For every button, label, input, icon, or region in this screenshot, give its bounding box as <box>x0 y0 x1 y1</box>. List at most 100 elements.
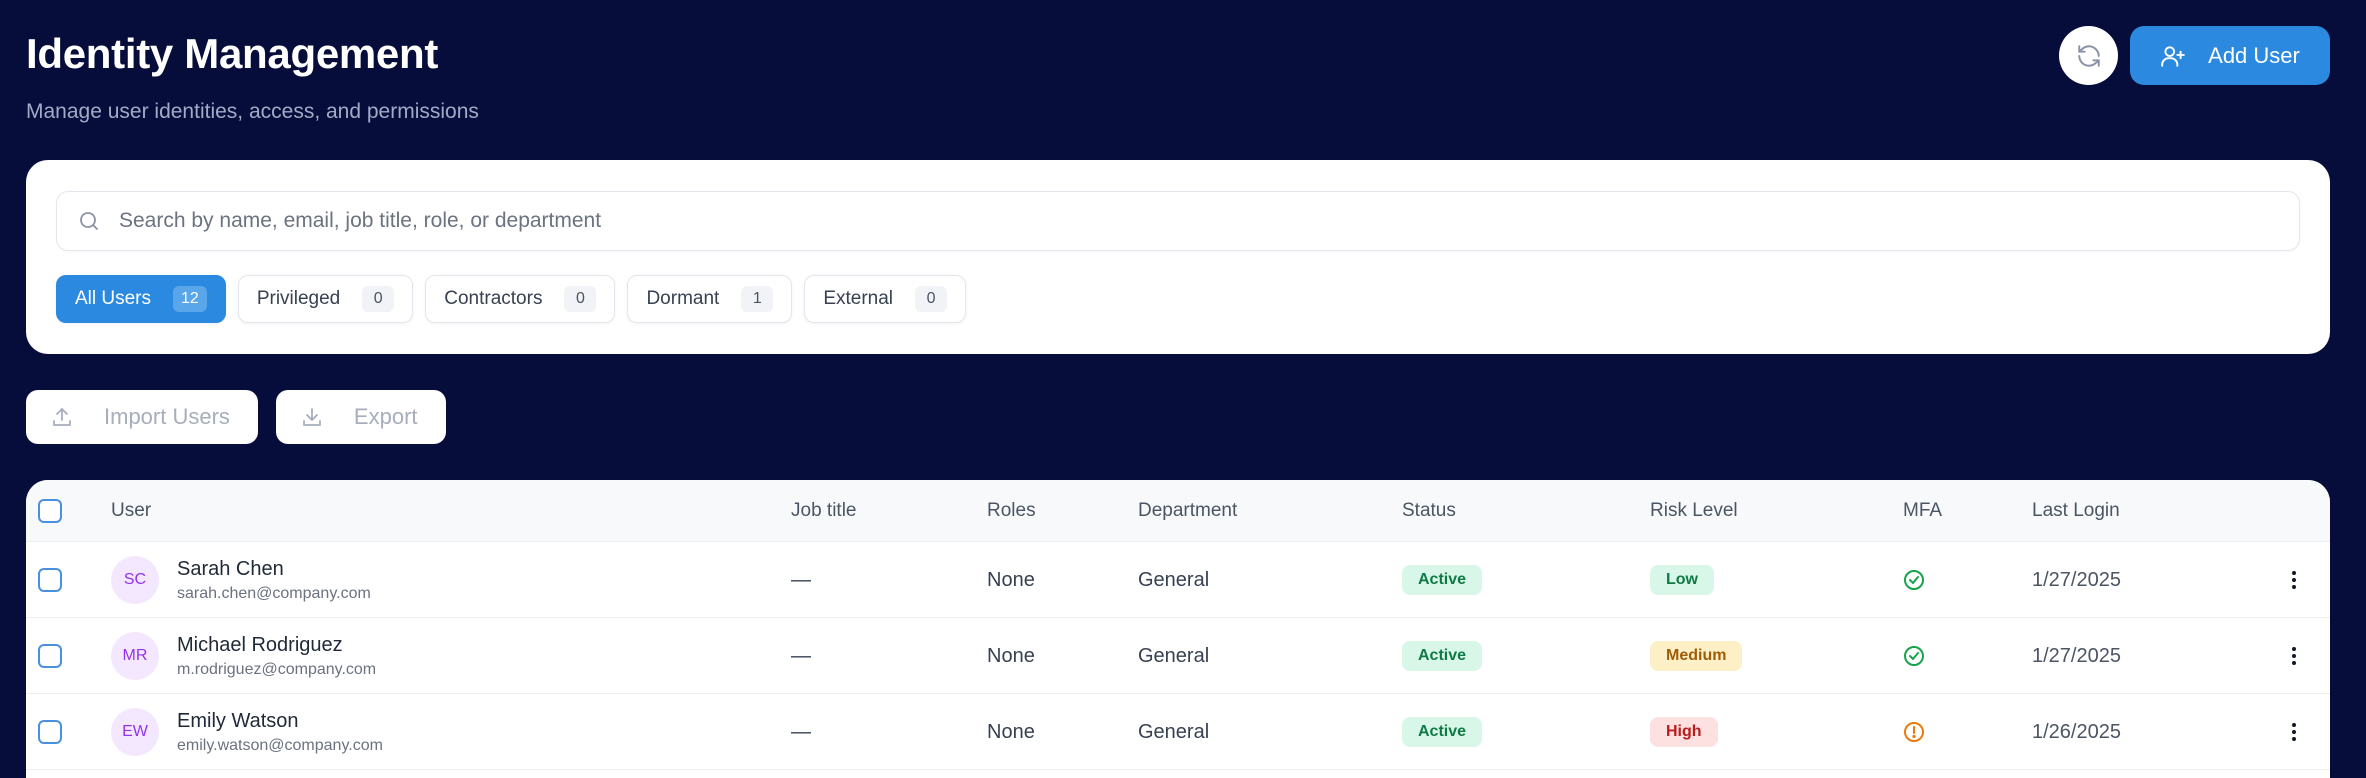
mfa-cell <box>1902 694 1926 770</box>
column-header-department[interactable]: Department <box>1138 480 1237 542</box>
user-email: m.rodriguez@company.com <box>177 660 377 678</box>
column-header-status[interactable]: Status <box>1402 480 1456 542</box>
last-login-cell: 1/27/2025 <box>2032 568 2121 591</box>
mfa-cell <box>1902 542 1926 618</box>
more-vertical-icon <box>2292 571 2296 589</box>
header-actions: Add User <box>2059 26 2330 85</box>
search-input[interactable] <box>119 209 2299 233</box>
last-login-cell: 1/26/2025 <box>2032 720 2121 743</box>
job-title-cell: — <box>791 644 811 667</box>
search-box[interactable] <box>56 191 2300 251</box>
roles-cell: None <box>987 720 1035 743</box>
filter-chip-label: External <box>823 288 894 309</box>
users-table: User Job title Roles Department Status R… <box>26 480 2330 778</box>
roles-cell: None <box>987 644 1035 667</box>
refresh-icon <box>2077 44 2100 67</box>
select-all-checkbox[interactable] <box>38 499 62 523</box>
filter-chip-count: 12 <box>173 286 207 312</box>
column-header-roles[interactable]: Roles <box>987 480 1036 542</box>
department-cell: General <box>1138 720 1210 743</box>
user-plus-icon <box>2161 45 2185 67</box>
column-header-last-login[interactable]: Last Login <box>2032 480 2120 542</box>
filter-chip-label: Dormant <box>646 288 720 309</box>
filter-chip-external[interactable]: External 0 <box>804 275 967 323</box>
row-select[interactable] <box>38 694 62 770</box>
page-header: Identity Management Manage user identiti… <box>26 28 479 124</box>
filter-chip-count: 1 <box>741 286 774 312</box>
table-row[interactable]: MR Michael Rodriguez m.rodriguez@company… <box>26 618 2330 694</box>
filter-chip-privileged[interactable]: Privileged 0 <box>237 275 414 323</box>
row-checkbox[interactable] <box>38 720 62 744</box>
row-menu-button[interactable] <box>2282 618 2306 694</box>
table-row[interactable]: EW Emily Watson emily.watson@company.com… <box>26 694 2330 770</box>
more-vertical-icon <box>2292 723 2296 741</box>
row-checkbox[interactable] <box>38 568 62 592</box>
status-badge: Active <box>1402 641 1483 671</box>
filter-chip-label: Contractors <box>444 288 543 309</box>
mfa-cell <box>1902 618 1926 694</box>
filter-panel: All Users 12 Privileged 0 Contractors 0 … <box>26 160 2330 354</box>
row-menu-button[interactable] <box>2282 694 2306 770</box>
job-title-cell: — <box>791 568 811 591</box>
column-header-user[interactable]: User <box>111 480 151 542</box>
checkbox[interactable] <box>38 499 62 523</box>
risk-cell: Medium <box>1650 618 1743 694</box>
page-subtitle: Manage user identities, access, and perm… <box>26 100 479 123</box>
filter-chip-dormant[interactable]: Dormant 1 <box>627 275 793 323</box>
alert-circle-icon <box>1904 722 1924 742</box>
job-title-cell: — <box>791 720 811 743</box>
status-cell: Active <box>1402 542 1483 618</box>
upload-icon <box>53 408 71 426</box>
export-label: Export <box>353 404 418 429</box>
import-users-button[interactable]: Import Users <box>26 390 258 444</box>
add-user-button[interactable]: Add User <box>2130 26 2330 85</box>
more-vertical-icon <box>2292 647 2296 665</box>
row-checkbox[interactable] <box>38 644 62 668</box>
export-button[interactable]: Export <box>275 390 446 444</box>
bulk-actions: Import Users Export <box>26 390 446 444</box>
status-badge: Active <box>1402 717 1483 747</box>
user-email: sarah.chen@company.com <box>177 584 371 602</box>
status-badge: Active <box>1402 565 1483 595</box>
row-select[interactable] <box>38 542 62 618</box>
column-header-mfa[interactable]: MFA <box>1903 480 1942 542</box>
check-circle-icon <box>1904 570 1924 590</box>
filter-chip-count: 0 <box>915 286 948 312</box>
avatar: SC <box>111 556 159 604</box>
filter-chip-contractors[interactable]: Contractors 0 <box>425 275 616 323</box>
filter-chip-count: 0 <box>362 286 395 312</box>
department-cell: General <box>1138 644 1210 667</box>
add-user-label: Add User <box>2208 42 2300 68</box>
status-cell: Active <box>1402 694 1483 770</box>
user-cell: SC Sarah Chen sarah.chen@company.com <box>111 542 371 618</box>
department-cell: General <box>1138 568 1210 591</box>
refresh-button[interactable] <box>2059 26 2118 85</box>
table-header: User Job title Roles Department Status R… <box>26 480 2330 542</box>
user-name[interactable]: Sarah Chen <box>177 558 371 581</box>
page-title: Identity Management <box>26 30 439 77</box>
status-cell: Active <box>1402 618 1483 694</box>
column-header-job-title[interactable]: Job title <box>791 480 856 542</box>
filter-chip-all-users[interactable]: All Users 12 <box>56 275 226 323</box>
roles-cell: None <box>987 568 1035 591</box>
filter-chip-label: Privileged <box>256 288 341 309</box>
import-users-label: Import Users <box>104 404 230 429</box>
risk-cell: Low <box>1650 542 1714 618</box>
filter-chip-label: All Users <box>75 288 152 309</box>
row-menu-button[interactable] <box>2282 542 2306 618</box>
filter-chips: All Users 12 Privileged 0 Contractors 0 … <box>56 275 967 323</box>
row-select[interactable] <box>38 618 62 694</box>
column-header-risk-level[interactable]: Risk Level <box>1650 480 1738 542</box>
user-email: emily.watson@company.com <box>177 736 383 754</box>
filter-chip-count: 0 <box>564 286 597 312</box>
last-login-cell: 1/27/2025 <box>2032 644 2121 667</box>
risk-badge: Medium <box>1650 641 1743 671</box>
user-name[interactable]: Emily Watson <box>177 710 383 733</box>
risk-badge: High <box>1650 717 1718 747</box>
user-cell: EW Emily Watson emily.watson@company.com <box>111 694 383 770</box>
download-icon <box>303 408 321 426</box>
check-circle-icon <box>1904 646 1924 666</box>
avatar: MR <box>111 632 159 680</box>
table-row[interactable]: SC Sarah Chen sarah.chen@company.com — N… <box>26 542 2330 618</box>
user-name[interactable]: Michael Rodriguez <box>177 634 376 657</box>
